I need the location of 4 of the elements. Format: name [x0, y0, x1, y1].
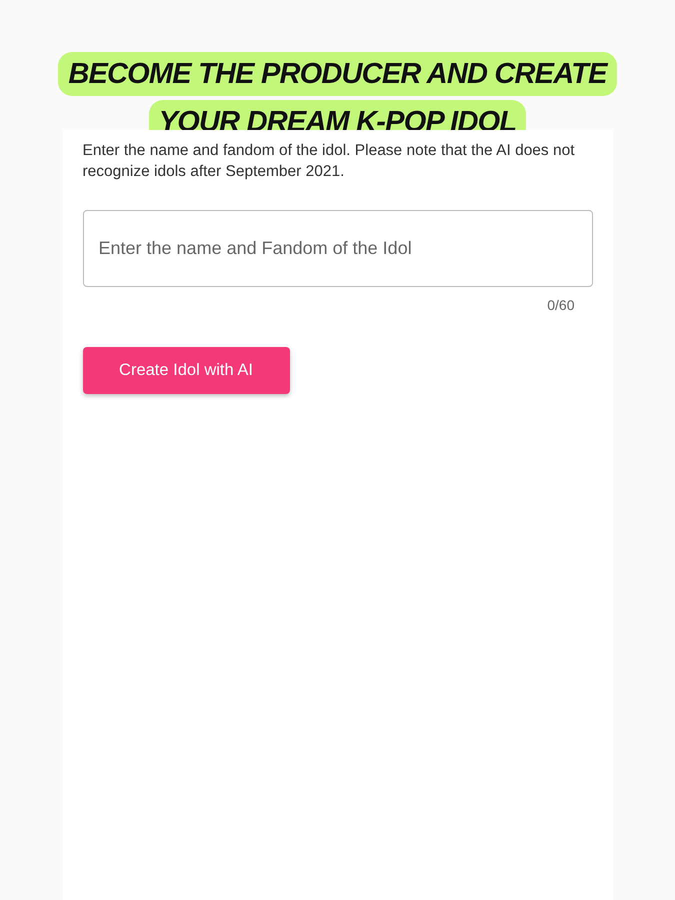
- character-counter: 0/60: [547, 297, 574, 313]
- instructions-text: Enter the name and fandom of the idol. Please note that the AI does not recognize idols after September 2021.: [82, 141, 576, 182]
- idol-name-field[interactable]: Enter the name and Fandom of the Idol: [82, 210, 592, 287]
- create-idol-button[interactable]: Create Idol with AI: [82, 347, 290, 394]
